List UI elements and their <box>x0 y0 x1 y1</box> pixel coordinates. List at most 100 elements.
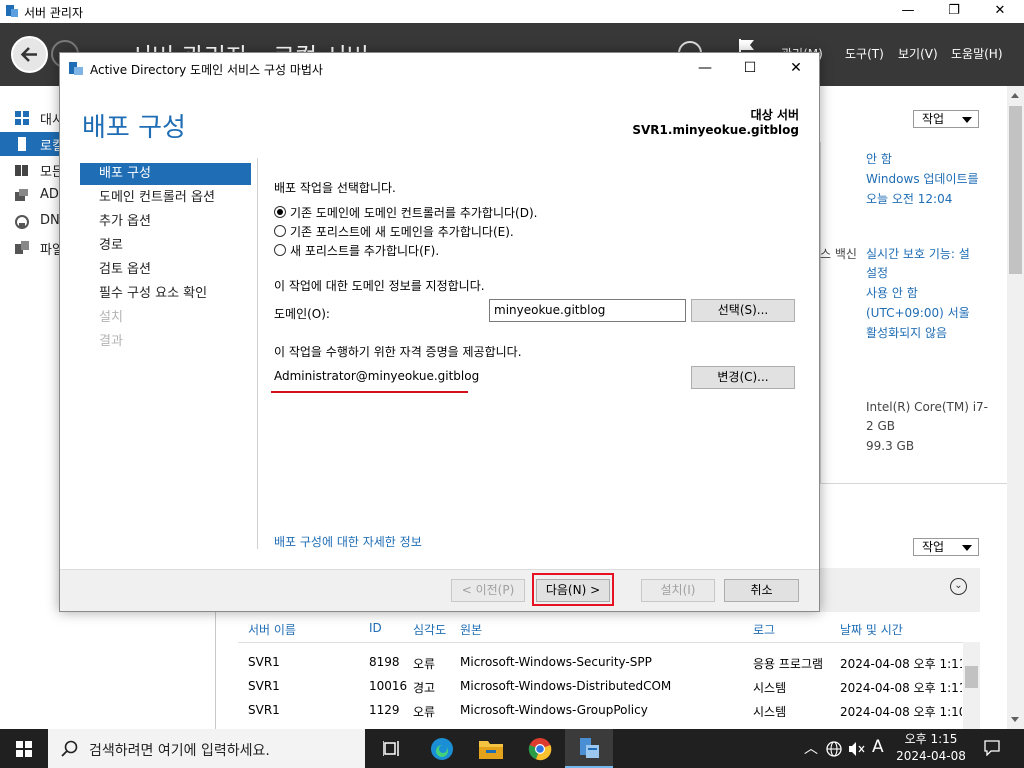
install-button[interactable]: 설치(I) <box>641 579 715 602</box>
folder-icon <box>479 741 503 759</box>
radio-add-new-forest[interactable] <box>274 244 286 256</box>
step-paths[interactable]: 경로 <box>80 235 251 257</box>
property-value: Intel(R) Core(TM) i7- <box>866 400 989 414</box>
clock-time: 오후 1:15 <box>904 732 958 746</box>
column-header-severity[interactable]: 심각도 <box>413 621 446 638</box>
menu-help[interactable]: 도움말(H) <box>951 45 1003 62</box>
cell-source: Microsoft-Windows-GroupPolicy <box>460 703 648 717</box>
cell-id: 10016 <box>369 679 408 693</box>
task-view-button[interactable] <box>368 729 416 768</box>
close-button[interactable]: ✕ <box>977 0 1023 23</box>
wizard-close-button[interactable]: ✕ <box>774 58 818 80</box>
file-explorer-taskbar-button[interactable] <box>467 729 515 768</box>
network-globe-icon[interactable] <box>826 741 842 757</box>
column-header-id[interactable]: ID <box>369 621 382 635</box>
collapse-chevron-icon[interactable]: ⌄ <box>950 578 967 595</box>
cell-log: 응용 프로그램 <box>753 657 824 671</box>
menu-tools[interactable]: 도구(T) <box>845 45 884 62</box>
column-header-server-name[interactable]: 서버 이름 <box>248 621 296 638</box>
radio-label[interactable]: 기존 포리스트에 새 도메인을 추가합니다(E). <box>290 223 514 240</box>
radio-add-dc-existing-domain[interactable] <box>274 206 286 218</box>
property-value[interactable]: 오늘 오전 12:04 <box>866 190 952 207</box>
scroll-down-icon[interactable] <box>1011 717 1019 722</box>
cell-log: 시스템 <box>753 705 787 719</box>
scroll-up-icon[interactable] <box>1011 93 1019 98</box>
step-dc-options[interactable]: 도메인 컨트롤러 옵션 <box>80 187 251 209</box>
column-header-source[interactable]: 원본 <box>460 621 482 638</box>
column-header-datetime[interactable]: 날짜 및 시간 <box>840 621 903 638</box>
radio-label[interactable]: 새 포리스트를 추가합니다(F). <box>290 242 439 259</box>
task-button-label: 작업 <box>922 112 945 126</box>
maximize-button[interactable]: ❐ <box>931 0 977 23</box>
wizard-titlebar: Active Directory 도메인 서비스 구성 마법사 — ☐ ✕ <box>60 53 819 83</box>
credential-value: Administrator@minyeokue.gitblog <box>274 369 480 383</box>
cell-severity: 오류 <box>413 657 436 671</box>
menu-view[interactable]: 보기(V) <box>898 45 938 62</box>
cell-source: Microsoft-Windows-DistributedCOM <box>460 679 672 693</box>
server-manager-app-icon <box>6 5 18 17</box>
property-value[interactable]: (UTC+09:00) 서울 <box>866 304 970 321</box>
property-value[interactable]: 사용 안 함 <box>866 284 918 301</box>
cell-datetime: 2024-04-08 오후 1:11:1 <box>840 657 962 671</box>
notification-center-icon[interactable] <box>984 740 1000 756</box>
chevron-down-icon <box>962 545 972 551</box>
chrome-taskbar-button[interactable] <box>516 729 564 768</box>
events-scrollbar[interactable] <box>963 642 980 729</box>
credential-red-underline <box>271 391 468 393</box>
domain-input[interactable]: minyeokue.gitblog <box>489 299 686 322</box>
radio-label[interactable]: 기존 도메인에 도메인 컨트롤러를 추가합니다(D). <box>290 204 537 221</box>
property-value[interactable]: 설정 <box>866 264 888 281</box>
ime-indicator[interactable]: A <box>872 737 884 757</box>
property-value[interactable]: Windows 업데이트를 <box>866 170 979 187</box>
server-manager-taskbar-button[interactable] <box>565 729 613 768</box>
step-installation: 설치 <box>99 310 123 325</box>
windows-start-icon[interactable] <box>16 741 32 757</box>
target-server-name: SVR1.minyeokue.gitblog <box>632 123 799 137</box>
change-credentials-button[interactable]: 변경(C)... <box>691 366 795 389</box>
more-info-link[interactable]: 배포 구성에 대한 자세한 정보 <box>274 533 422 550</box>
scrollbar-thumb[interactable] <box>1009 106 1022 274</box>
select-domain-button[interactable]: 선택(S)... <box>691 299 795 322</box>
chrome-icon <box>528 738 552 761</box>
cell-id: 1129 <box>369 703 400 717</box>
ad-ds-config-wizard: Active Directory 도메인 서비스 구성 마법사 — ☐ ✕ 배포… <box>59 52 820 612</box>
previous-button[interactable]: < 이전(P) <box>451 579 525 602</box>
cell-severity: 오류 <box>413 705 436 719</box>
cell-datetime: 2024-04-08 오후 1:10:2 <box>840 705 962 719</box>
step-additional-options[interactable]: 추가 옵션 <box>80 211 251 233</box>
volume-muted-icon[interactable] <box>848 741 865 757</box>
property-label: 스 백신 <box>820 247 857 261</box>
file-storage-icon <box>15 241 29 254</box>
server-icon <box>18 137 26 151</box>
server-manager-icon <box>580 738 599 758</box>
search-icon <box>61 740 78 757</box>
select-operation-text: 배포 작업을 선택합니다. <box>274 181 396 195</box>
step-review-options[interactable]: 검토 옵션 <box>80 259 251 281</box>
tray-show-hidden-icon[interactable]: ︿ <box>804 738 818 758</box>
domain-info-text: 이 작업에 대한 도메인 정보를 지정합니다. <box>274 279 485 293</box>
edge-taskbar-button[interactable] <box>418 729 466 768</box>
step-prerequisites-check[interactable]: 필수 구성 요소 확인 <box>80 283 251 305</box>
main-scrollbar[interactable] <box>1007 86 1024 729</box>
radio-add-domain-existing-forest[interactable] <box>274 225 286 237</box>
step-deployment-config[interactable]: 배포 구성 <box>80 163 251 185</box>
property-value[interactable]: 실시간 보호 기능: 설 <box>866 245 970 262</box>
taskbar-search-box[interactable]: 검색하려면 여기에 입력하세요. <box>48 729 365 768</box>
property-value[interactable]: 안 함 <box>866 150 892 167</box>
scrollbar-thumb[interactable] <box>965 666 978 688</box>
column-header-log[interactable]: 로그 <box>753 621 775 638</box>
taskbar-clock[interactable]: 오후 1:15 2024-04-08 <box>896 731 966 765</box>
page-heading: 배포 구성 <box>82 113 186 143</box>
next-button-highlight <box>532 573 614 606</box>
back-button[interactable] <box>11 36 48 73</box>
events-task-button[interactable]: 작업 <box>913 538 979 556</box>
search-placeholder: 검색하려면 여기에 입력하세요. <box>89 743 270 759</box>
wizard-title: Active Directory 도메인 서비스 구성 마법사 <box>90 63 323 77</box>
minimize-button[interactable]: — <box>885 0 931 23</box>
edge-icon <box>431 738 453 760</box>
property-value[interactable]: 활성화되지 않음 <box>866 324 947 341</box>
properties-task-button[interactable]: 작업 <box>913 110 979 128</box>
cancel-button[interactable]: 취소 <box>724 579 799 602</box>
wizard-maximize-button[interactable]: ☐ <box>728 58 772 80</box>
wizard-minimize-button[interactable]: — <box>683 58 727 80</box>
